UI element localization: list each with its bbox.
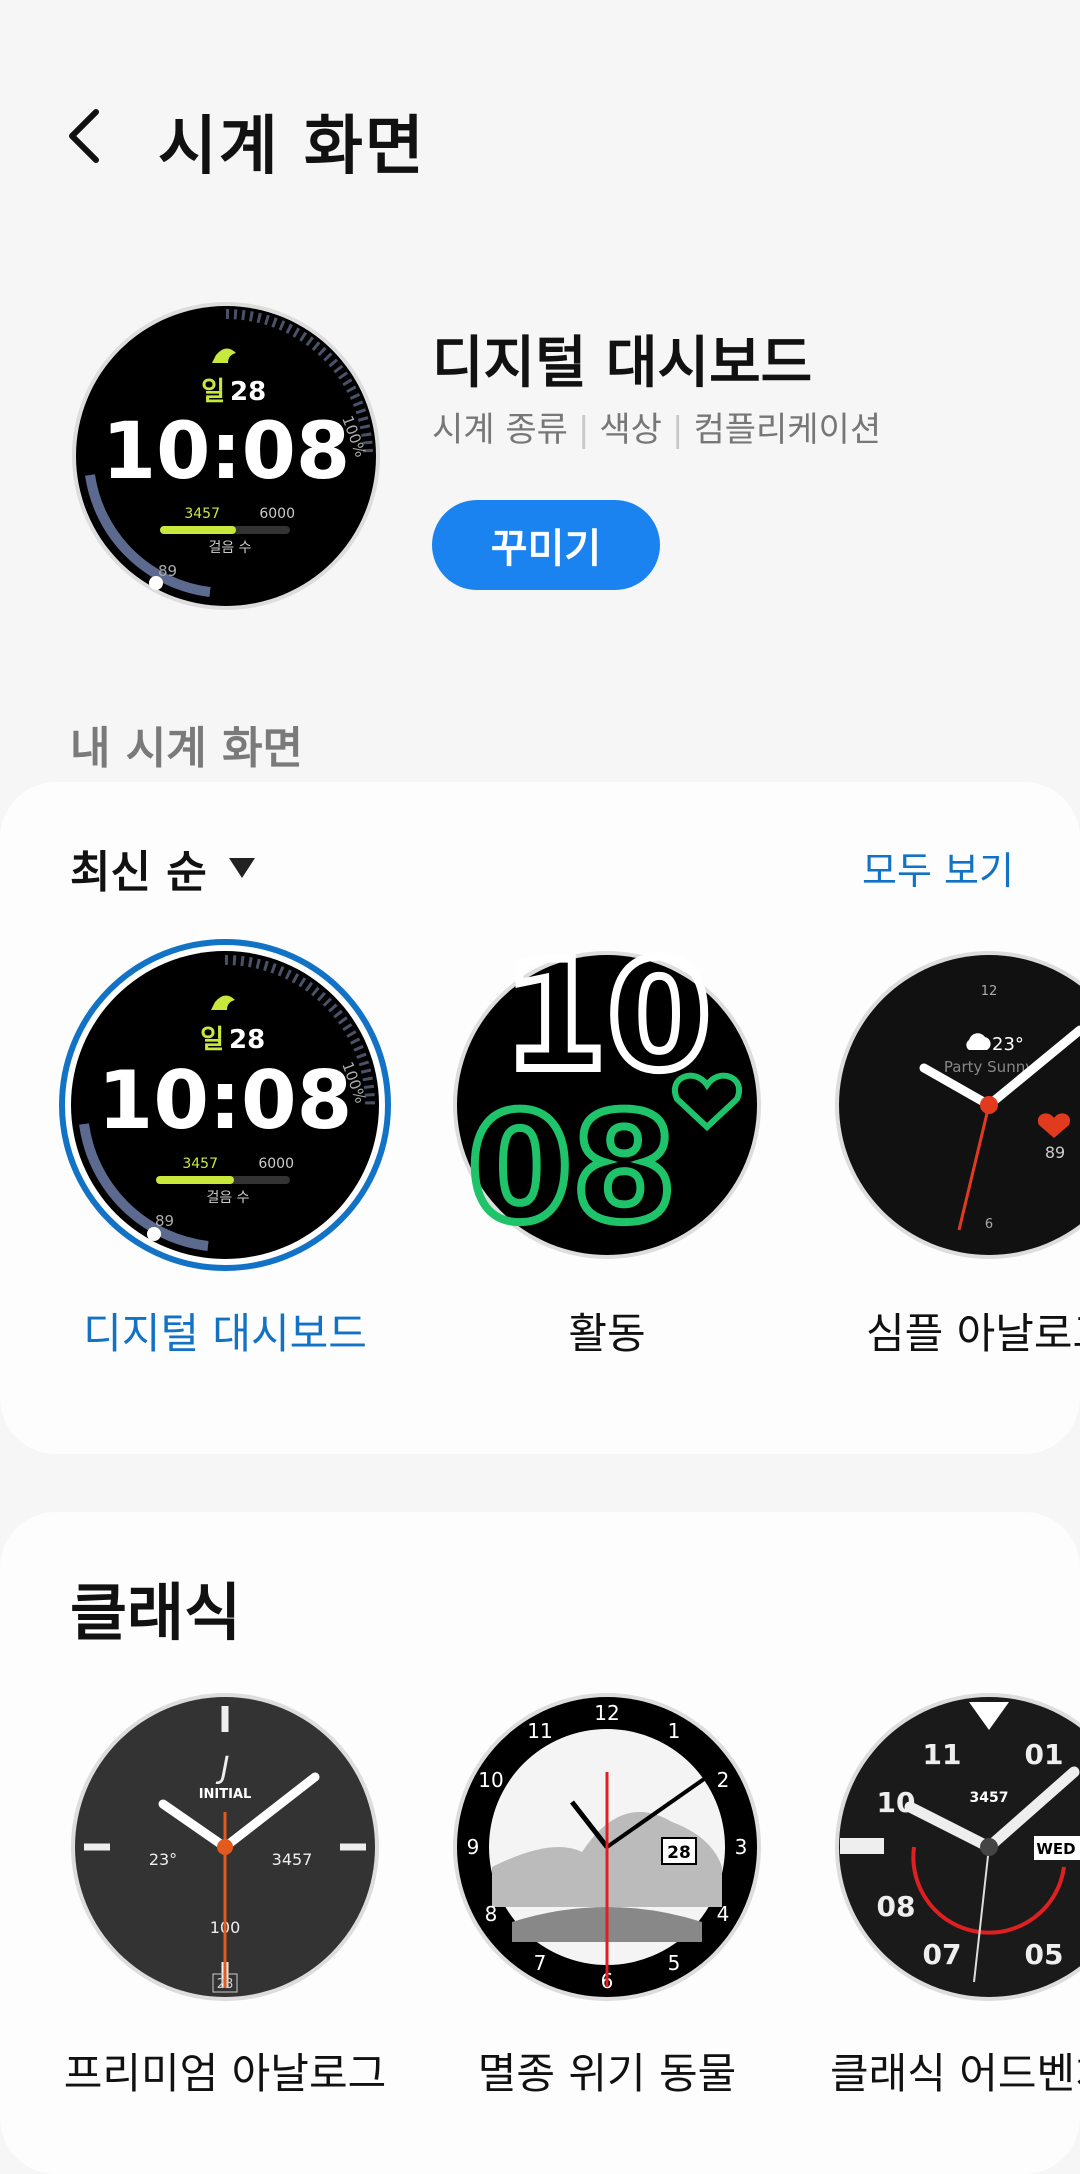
classic-section-title: 클래식 xyxy=(70,1576,242,1649)
steps-value: 3457 xyxy=(970,1790,1009,1806)
current-face-name: 디지털 대시보드 xyxy=(432,331,813,396)
chevron-left-icon xyxy=(69,109,99,163)
my-face-label: 디지털 대시보드 xyxy=(83,1309,367,1358)
tag-color: 색상 xyxy=(599,410,662,450)
day-label: WED xyxy=(1036,1840,1075,1858)
date-label: 28 xyxy=(667,1843,691,1863)
time-label: 10:08 xyxy=(102,407,350,497)
my-face-simple-analog[interactable]: 12 6 23° Party Sunny 89 xyxy=(834,950,1080,1260)
dial-number-12: 12 xyxy=(981,984,998,999)
dial-number-2: 2 xyxy=(717,1768,730,1792)
my-faces-section-label: 내 시계 화면 xyxy=(70,723,304,774)
dial-number-6: 6 xyxy=(985,1217,993,1232)
hr-value: 89 xyxy=(155,1212,174,1230)
classic-face-premium-analog[interactable]: J INITIAL 23° 3457 100 28 xyxy=(70,1692,380,2002)
classic-face-adventure[interactable]: 11 01 10 08 07 05 3457 WED xyxy=(834,1692,1080,2002)
dial-number-12: 12 xyxy=(594,1701,619,1725)
date-label: 28 xyxy=(230,377,266,407)
sort-label: 최신 순 xyxy=(70,847,207,898)
dial-number-8: 8 xyxy=(485,1902,498,1926)
activity-minute: 08 xyxy=(468,1082,677,1256)
dial-number-3: 3 xyxy=(735,1835,748,1859)
my-face-label: 심플 아날로그 xyxy=(866,1309,1080,1358)
steps-value: 3457 xyxy=(184,506,220,522)
steps-label: 걸음 수 xyxy=(208,540,251,556)
dial-number-1: 1 xyxy=(668,1719,681,1743)
dial-number-11: 11 xyxy=(923,1738,962,1771)
date-label: 28 xyxy=(229,1025,265,1055)
classic-face-label: 멸종 위기 동물 xyxy=(477,2049,737,2098)
classic-face-endangered-animals[interactable]: 28 121234567891011 xyxy=(452,1692,762,2002)
current-watch-face-preview[interactable]: 일 28 10:08 3457 6000 걸음 수 89 100% xyxy=(70,300,382,612)
hr-value: 89 xyxy=(158,562,177,580)
my-face-activity[interactable]: 10 08 xyxy=(452,926,762,1260)
dial-number-08: 08 xyxy=(877,1890,916,1923)
steps-value: 3457 xyxy=(272,1850,313,1869)
steps-progress-bar xyxy=(160,526,236,534)
dial-number-4: 4 xyxy=(717,1902,730,1926)
classic-face-label: 프리미엄 아날로그 xyxy=(63,2049,387,2098)
sort-dropdown[interactable]: 최신 순 xyxy=(70,836,255,900)
back-button[interactable] xyxy=(56,100,116,170)
tag-complication: 컴플리케이션 xyxy=(693,410,882,450)
day-label: 일 xyxy=(201,377,225,407)
dial-number-07: 07 xyxy=(923,1938,962,1971)
brand-label: INITIAL xyxy=(199,1787,252,1802)
dial-number-5: 5 xyxy=(668,1951,681,1975)
hr-value: 89 xyxy=(1045,1143,1065,1162)
dial-number-11: 11 xyxy=(527,1719,552,1743)
dial-number-01: 01 xyxy=(1025,1738,1064,1771)
dial-number-7: 7 xyxy=(534,1951,547,1975)
dial-number-05: 05 xyxy=(1025,1938,1064,1971)
customize-button[interactable]: 꾸미기 xyxy=(432,500,660,590)
steps-goal: 6000 xyxy=(258,1156,294,1172)
temp-label: 23° xyxy=(149,1850,177,1869)
steps-value: 3457 xyxy=(182,1156,218,1172)
dropdown-arrow-icon xyxy=(228,858,255,878)
my-face-label: 활동 xyxy=(568,1309,646,1358)
page-title: 시계 화면 xyxy=(158,110,426,184)
view-all-link[interactable]: 모두 보기 xyxy=(862,840,1014,895)
dial-number-10: 10 xyxy=(478,1768,503,1792)
day-label: 일 xyxy=(200,1025,224,1055)
tag-type: 시계 종류 xyxy=(432,410,568,450)
steps-label: 걸음 수 xyxy=(206,1190,249,1206)
classic-face-label: 클래식 어드벤처 xyxy=(830,2049,1080,2098)
temp-label: 23° xyxy=(992,1034,1024,1055)
steps-goal: 6000 xyxy=(259,506,295,522)
current-face-tags: 시계 종류 | 색상 | 컴플리케이션 xyxy=(432,410,882,450)
my-face-digital-dashboard[interactable]: 일 28 10:08 3457 6000 걸음 수 89 100% xyxy=(58,938,392,1272)
time-label: 10:08 xyxy=(98,1054,353,1147)
dial-number-9: 9 xyxy=(467,1835,480,1859)
